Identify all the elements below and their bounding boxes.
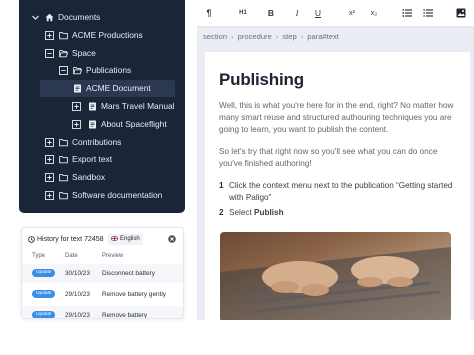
tree-item-acme-document[interactable]: ACME Document <box>40 80 175 97</box>
folder-icon <box>59 32 68 40</box>
chevron-down-icon[interactable] <box>31 13 40 22</box>
underline-icon[interactable]: U <box>314 6 322 20</box>
subscript-icon[interactable]: x₂ <box>369 6 379 20</box>
tree-item-export-text[interactable]: Export text <box>45 151 181 168</box>
history-preview: Remove battery <box>102 312 148 319</box>
home-icon <box>45 13 54 22</box>
tree-item-label: Mars Travel Manual <box>101 101 175 111</box>
document-icon <box>74 84 81 93</box>
tree-item-label: Export text <box>72 154 113 164</box>
tree-item-label: ACME Productions <box>72 30 143 40</box>
step-text-bold: Publish <box>254 208 284 217</box>
editor-toolbar: ¶ H1 B I U x² x₂ <box>197 0 474 27</box>
folder-open-icon <box>73 67 82 75</box>
breadcrumb: section › procedure › step › para#text <box>203 31 339 43</box>
procedure-step[interactable]: 1 Click the context menu next to the pub… <box>219 180 459 206</box>
plus-box-icon[interactable] <box>45 155 54 164</box>
folder-icon <box>59 156 68 164</box>
document-paragraph[interactable]: So let's try that right now so you'll se… <box>219 146 459 170</box>
numbered-list-icon[interactable] <box>423 6 433 20</box>
bullet-list-icon[interactable] <box>402 6 412 20</box>
chevron-right-icon: › <box>300 32 304 41</box>
procedure-step[interactable]: 2 Select Publish <box>219 207 459 219</box>
plus-box-icon[interactable] <box>45 191 54 200</box>
tree-item-acme-productions[interactable]: ACME Productions <box>45 27 181 44</box>
history-title: History for text 72458 <box>37 236 104 243</box>
tree-item-space[interactable]: Space <box>45 45 181 62</box>
status-badge: Update <box>32 269 56 277</box>
plus-box-icon[interactable] <box>45 173 54 182</box>
tree-item-software-documentation[interactable]: Software documentation <box>45 187 183 204</box>
column-header: Type <box>32 253 46 259</box>
document-icon <box>89 120 96 129</box>
tree-item-documents[interactable]: Documents <box>31 9 181 26</box>
status-badge: Update <box>32 311 56 318</box>
tree-item-label: Space <box>72 48 96 58</box>
plus-box-icon[interactable] <box>72 102 81 111</box>
folder-icon <box>59 192 68 200</box>
document-canvas[interactable]: Publishing Well, this is what you're her… <box>205 52 470 320</box>
tree-item-about-spaceflight[interactable]: About Spaceflight <box>59 116 181 133</box>
breadcrumb-item[interactable]: section <box>203 31 227 43</box>
plus-box-icon[interactable] <box>45 31 54 40</box>
tree-item-label: About Spaceflight <box>101 119 167 129</box>
italic-icon[interactable]: I <box>293 6 301 20</box>
document-tree: Documents ACME Productions Space Publica… <box>19 0 185 213</box>
history-panel: History for text 72458 English Type Date… <box>21 227 184 319</box>
image-icon[interactable] <box>456 6 466 20</box>
tree-item-label: ACME Document <box>86 83 151 93</box>
document-title[interactable]: Publishing <box>219 70 304 90</box>
superscript-icon[interactable]: x² <box>347 6 357 20</box>
minus-box-icon[interactable] <box>59 66 68 75</box>
editor-panel: ¶ H1 B I U x² x₂ section › procedure › step ›… <box>197 0 474 320</box>
document-icon <box>89 102 96 111</box>
history-row[interactable]: Update 29/10/23 Remove battery <box>22 306 183 319</box>
uk-flag-icon <box>111 236 118 241</box>
folder-open-icon <box>59 50 68 58</box>
history-preview: Disconnect battery <box>102 270 155 277</box>
tree-item-label: Software documentation <box>72 190 163 200</box>
folder-icon <box>59 174 68 182</box>
minus-box-icon[interactable] <box>45 49 54 58</box>
column-header: Preview <box>102 253 124 259</box>
breadcrumb-item[interactable]: procedure <box>238 31 272 43</box>
chevron-right-icon: › <box>231 32 234 41</box>
language-label: English <box>120 236 140 242</box>
history-row[interactable]: Update 29/10/23 Remove battery gently <box>22 285 183 304</box>
tree-item-publications[interactable]: Publications <box>59 62 181 79</box>
tree-item-label: Sandbox <box>72 172 106 182</box>
breadcrumb-item[interactable]: para#text <box>307 31 339 43</box>
language-selector[interactable]: English <box>108 234 143 245</box>
plus-box-icon[interactable] <box>72 120 81 129</box>
tree-item-label: Publications <box>86 65 132 75</box>
tree-item-label: Contributions <box>72 137 122 147</box>
tree-item-label: Documents <box>58 12 101 22</box>
step-text[interactable]: Click the context menu next to the publi… <box>229 180 459 204</box>
tree-item-sandbox[interactable]: Sandbox <box>45 169 181 186</box>
step-text[interactable]: Select Publish <box>229 207 459 219</box>
history-preview: Remove battery gently <box>102 291 166 298</box>
step-number: 2 <box>219 208 224 217</box>
step-text-prefix: Select <box>229 208 255 217</box>
paragraph-icon[interactable]: ¶ <box>205 6 213 20</box>
folder-icon <box>59 139 68 147</box>
history-date: 29/10/23 <box>65 312 90 319</box>
history-date: 30/10/23 <box>65 270 90 277</box>
heading-icon[interactable]: H1 <box>237 6 249 20</box>
plus-box-icon[interactable] <box>45 138 54 147</box>
document-paragraph[interactable]: Well, this is what you're here for in th… <box>219 100 459 137</box>
close-icon[interactable] <box>168 235 176 243</box>
history-row[interactable]: Update 30/10/23 Disconnect battery <box>22 264 183 283</box>
laptop-photo <box>220 232 451 320</box>
tree-item-mars-travel-manual[interactable]: Mars Travel Manual <box>59 98 181 115</box>
column-header: Date <box>65 253 78 259</box>
tree-item-contributions[interactable]: Contributions <box>45 134 181 151</box>
chevron-right-icon: › <box>275 32 279 41</box>
history-date: 29/10/23 <box>65 291 90 298</box>
history-icon <box>28 236 35 243</box>
breadcrumb-item[interactable]: step <box>282 31 296 43</box>
status-badge: Update <box>32 290 56 298</box>
step-number: 1 <box>219 181 224 190</box>
bold-icon[interactable]: B <box>267 6 275 20</box>
